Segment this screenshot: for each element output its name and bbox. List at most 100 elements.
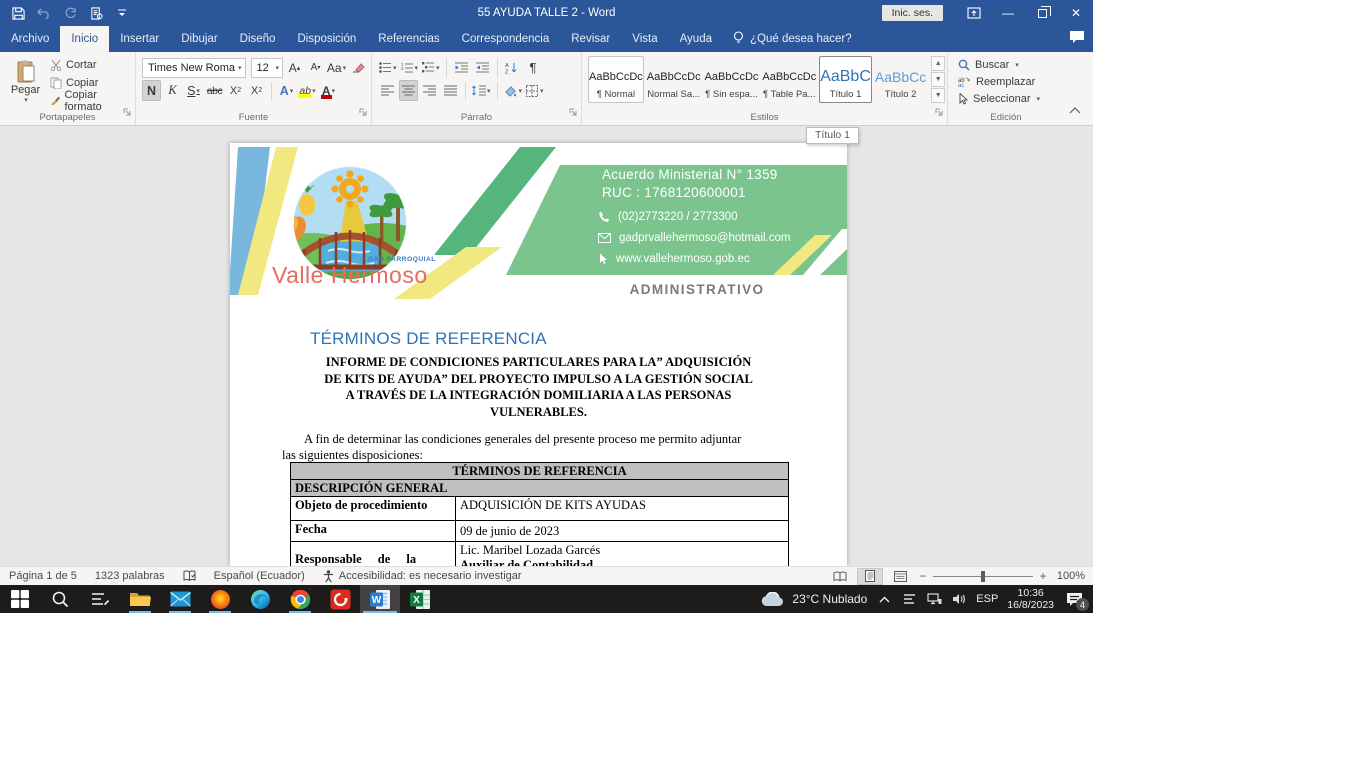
clock[interactable]: 10:36 16/8/2023 [1007,587,1054,611]
volume-icon[interactable] [951,591,967,607]
zoom-slider[interactable] [933,568,1033,585]
styles-more-icon[interactable]: ▼ [931,88,945,103]
document-page[interactable]: Acuerdo Ministerial N° 1359 RUC : 176812… [230,143,847,566]
style-table-paragraph[interactable]: AaBbCcDc ¶ Table Pa... [761,56,817,103]
clear-formatting-button[interactable] [348,57,367,78]
tab-diseno[interactable]: Diseño [229,26,287,52]
strikethrough-button[interactable]: abc [205,80,224,101]
document-area[interactable]: Acuerdo Ministerial N° 1359 RUC : 176812… [0,126,1093,566]
tray-app-icon[interactable] [901,591,917,607]
cut-button[interactable]: Cortar [47,56,131,73]
input-language[interactable]: ESP [976,593,998,605]
start-button[interactable] [0,585,40,613]
paragraph-dialog-launcher-icon[interactable] [569,104,578,122]
shrink-font-button[interactable]: A▾ [306,57,325,78]
styles-scroll-down-icon[interactable]: ▼ [931,72,945,87]
grow-font-button[interactable]: A▴ [285,57,304,78]
excel-button[interactable]: X [400,585,440,613]
tab-ayuda[interactable]: Ayuda [669,26,723,52]
style-titulo-1[interactable]: AaBbC Título 1 [819,56,872,103]
word-button[interactable]: W [360,585,400,613]
print-preview-icon[interactable] [88,5,104,21]
replace-button[interactable]: abac Reemplazar [954,73,1060,90]
close-button[interactable]: ✕ [1059,0,1093,26]
line-spacing-button[interactable]: ▾ [471,80,492,101]
font-family-combo[interactable]: Times New Roma▾ [142,58,246,78]
multilevel-list-button[interactable]: ▾ [421,57,441,78]
tab-dibujar[interactable]: Dibujar [170,26,228,52]
find-button[interactable]: Buscar▾ [954,56,1060,73]
tab-disposicion[interactable]: Disposición [286,26,367,52]
zoom-level[interactable]: 100% [1053,570,1089,582]
zoom-in-button[interactable]: + [1037,569,1049,583]
style-normal[interactable]: AaBbCcDc ¶ Normal [588,56,644,103]
justify-button[interactable] [441,80,460,101]
style-normal-sa[interactable]: AaBbCcDc Normal Sa... [646,56,702,103]
language-indicator[interactable]: Español (Ecuador) [205,567,314,585]
format-painter-button[interactable]: Copiar formato [47,92,131,109]
file-explorer-button[interactable] [120,585,160,613]
chrome-button[interactable] [280,585,320,613]
font-color-button[interactable]: A▾ [319,80,338,101]
show-hidden-icons-chevron[interactable] [876,591,892,607]
clipboard-dialog-launcher-icon[interactable] [123,104,132,122]
font-size-combo[interactable]: 12▾ [251,58,284,78]
superscript-button[interactable]: X2 [247,80,266,101]
print-layout-button[interactable] [857,568,883,585]
notification-center-button[interactable]: 4 [1063,589,1085,609]
search-button[interactable] [40,585,80,613]
restore-button[interactable] [1025,0,1059,26]
styles-scroll-up-icon[interactable]: ▲ [931,56,945,71]
change-case-button[interactable]: Aa▾ [327,57,346,78]
read-mode-button[interactable] [827,568,853,585]
align-right-button[interactable] [420,80,439,101]
redo-icon[interactable] [62,5,78,21]
bullets-button[interactable]: ▾ [378,57,398,78]
sort-button[interactable]: AZ [503,57,522,78]
proofing-status[interactable] [174,567,205,585]
increase-indent-button[interactable] [473,57,492,78]
accessibility-status[interactable]: Accesibilidad: es necesario investigar [314,567,531,585]
tell-me-box[interactable]: ¿Qué desea hacer? [723,26,862,52]
style-titulo-2[interactable]: AaBbCc Título 2 [874,56,927,103]
comments-icon[interactable] [1069,30,1085,49]
italic-button[interactable]: K [163,80,182,101]
show-marks-button[interactable]: ¶ [524,57,543,78]
mail-button[interactable] [160,585,200,613]
firefox-button[interactable] [200,585,240,613]
ribbon-display-options-icon[interactable] [957,0,991,26]
shading-button[interactable]: ▾ [503,80,524,101]
tab-revisar[interactable]: Revisar [560,26,621,52]
tab-inicio[interactable]: Inicio [60,26,109,52]
zoom-out-button[interactable]: − [917,569,929,583]
undo-icon[interactable] [36,5,52,21]
font-dialog-launcher-icon[interactable] [359,104,368,122]
style-sin-espaciado[interactable]: AaBbCcDc ¶ Sin espa... [704,56,760,103]
word-count[interactable]: 1323 palabras [86,567,174,585]
tab-insertar[interactable]: Insertar [109,26,170,52]
numbering-button[interactable]: 12▾ [400,57,420,78]
task-list-button[interactable] [80,585,120,613]
page-indicator[interactable]: Página 1 de 5 [0,567,86,585]
text-effects-button[interactable]: A▾ [277,80,296,101]
decrease-indent-button[interactable] [452,57,471,78]
web-layout-button[interactable] [887,568,913,585]
align-center-button[interactable] [399,80,418,101]
tab-vista[interactable]: Vista [621,26,668,52]
bold-button[interactable]: N [142,80,161,101]
customize-qat-icon[interactable] [114,5,130,21]
tab-referencias[interactable]: Referencias [367,26,450,52]
edge-button[interactable] [240,585,280,613]
network-icon[interactable] [926,591,942,607]
underline-button[interactable]: S▾ [184,80,203,101]
weather-widget[interactable]: 23°C Nublado [761,592,867,607]
zoom-slider-thumb[interactable] [981,571,985,582]
paste-button[interactable]: Pegar ▾ [6,56,45,108]
styles-dialog-launcher-icon[interactable] [935,104,944,122]
save-icon[interactable] [10,5,26,21]
collapse-ribbon-icon[interactable] [1069,101,1081,119]
borders-button[interactable]: ▾ [525,80,545,101]
minimize-button[interactable]: — [991,0,1025,26]
highlight-color-button[interactable]: ab▾ [298,80,317,101]
sign-in-button[interactable]: Inic. ses. [882,5,943,21]
